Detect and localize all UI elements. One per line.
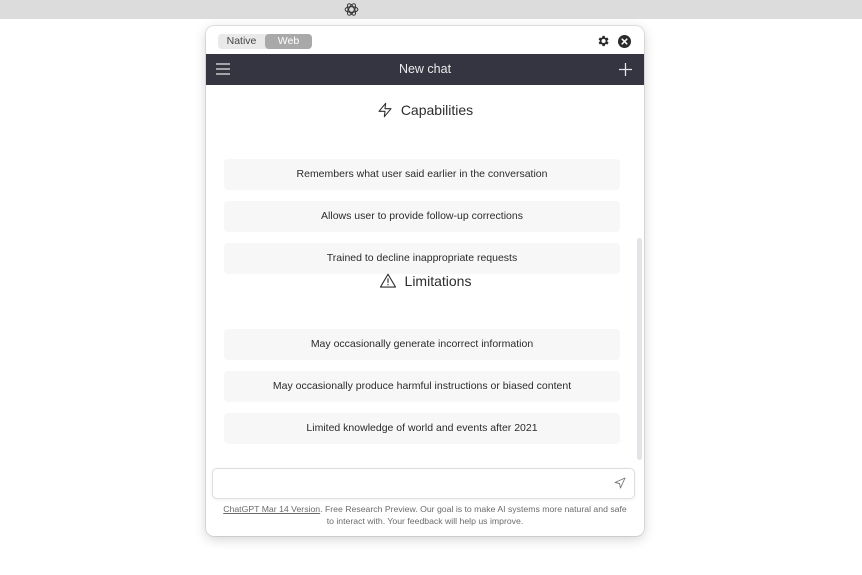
menu-bar <box>0 0 862 19</box>
footer-text: . Free Research Preview. Our goal is to … <box>320 504 627 526</box>
native-mode-button[interactable]: Native <box>218 34 265 49</box>
capability-item[interactable]: Remembers what user said earlier in the … <box>224 159 620 190</box>
chat-popover: Native Web New chat Capabilities Remembe… <box>206 26 644 536</box>
warning-triangle-icon <box>379 273 396 288</box>
lightning-icon <box>378 102 392 118</box>
close-icon <box>621 38 628 45</box>
page-title: New chat <box>398 62 452 76</box>
popover-toolbar: Native Web <box>206 26 644 54</box>
limitations-title: Limitations <box>404 273 472 289</box>
capability-item[interactable]: Trained to decline inappropriate request… <box>224 243 620 274</box>
limitation-item[interactable]: Limited knowledge of world and events af… <box>224 413 620 444</box>
chat-header: New chat <box>206 54 644 85</box>
plus-icon[interactable] <box>619 63 632 76</box>
limitations-heading: Limitations <box>206 272 644 290</box>
close-button[interactable] <box>618 35 631 48</box>
gear-icon[interactable] <box>596 34 610 48</box>
capabilities-title: Capabilities <box>400 102 474 118</box>
footer-disclaimer: ChatGPT Mar 14 Version. Free Research Pr… <box>220 503 630 527</box>
message-input[interactable] <box>212 468 635 499</box>
send-icon[interactable] <box>614 477 626 489</box>
chat-content[interactable]: Capabilities Remembers what user said ea… <box>206 85 644 461</box>
limitation-item[interactable]: May occasionally produce harmful instruc… <box>224 371 620 402</box>
capabilities-heading: Capabilities <box>206 102 644 118</box>
mode-toggle: Native Web <box>218 34 312 49</box>
openai-logo-icon[interactable] <box>343 1 360 18</box>
version-link[interactable]: ChatGPT Mar 14 Version <box>223 504 320 514</box>
capability-item[interactable]: Allows user to provide follow-up correct… <box>224 201 620 232</box>
limitation-item[interactable]: May occasionally generate incorrect info… <box>224 329 620 360</box>
web-mode-button[interactable]: Web <box>265 34 312 49</box>
